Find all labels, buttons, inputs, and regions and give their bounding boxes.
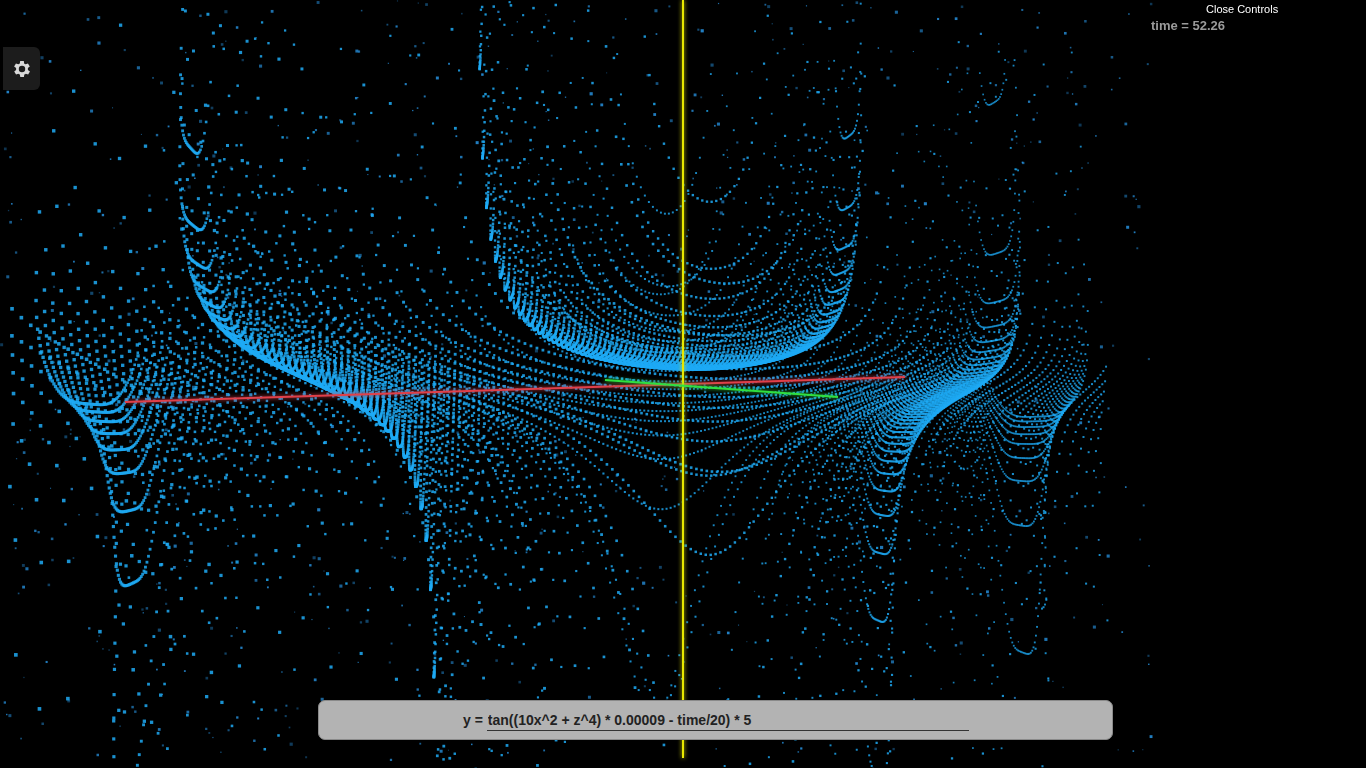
equation-bar: y = [318,700,1113,740]
settings-button[interactable] [3,47,40,90]
graph-viewport[interactable]: Close Controls time = 52.26 y = [0,0,1366,768]
time-readout: time = 52.26 [1151,18,1225,33]
equation-input[interactable] [487,710,969,731]
equation-label: y = [463,712,483,728]
surface-plot[interactable] [0,0,1366,768]
gear-icon [11,58,33,80]
close-controls-button[interactable]: Close Controls [1202,2,1282,16]
